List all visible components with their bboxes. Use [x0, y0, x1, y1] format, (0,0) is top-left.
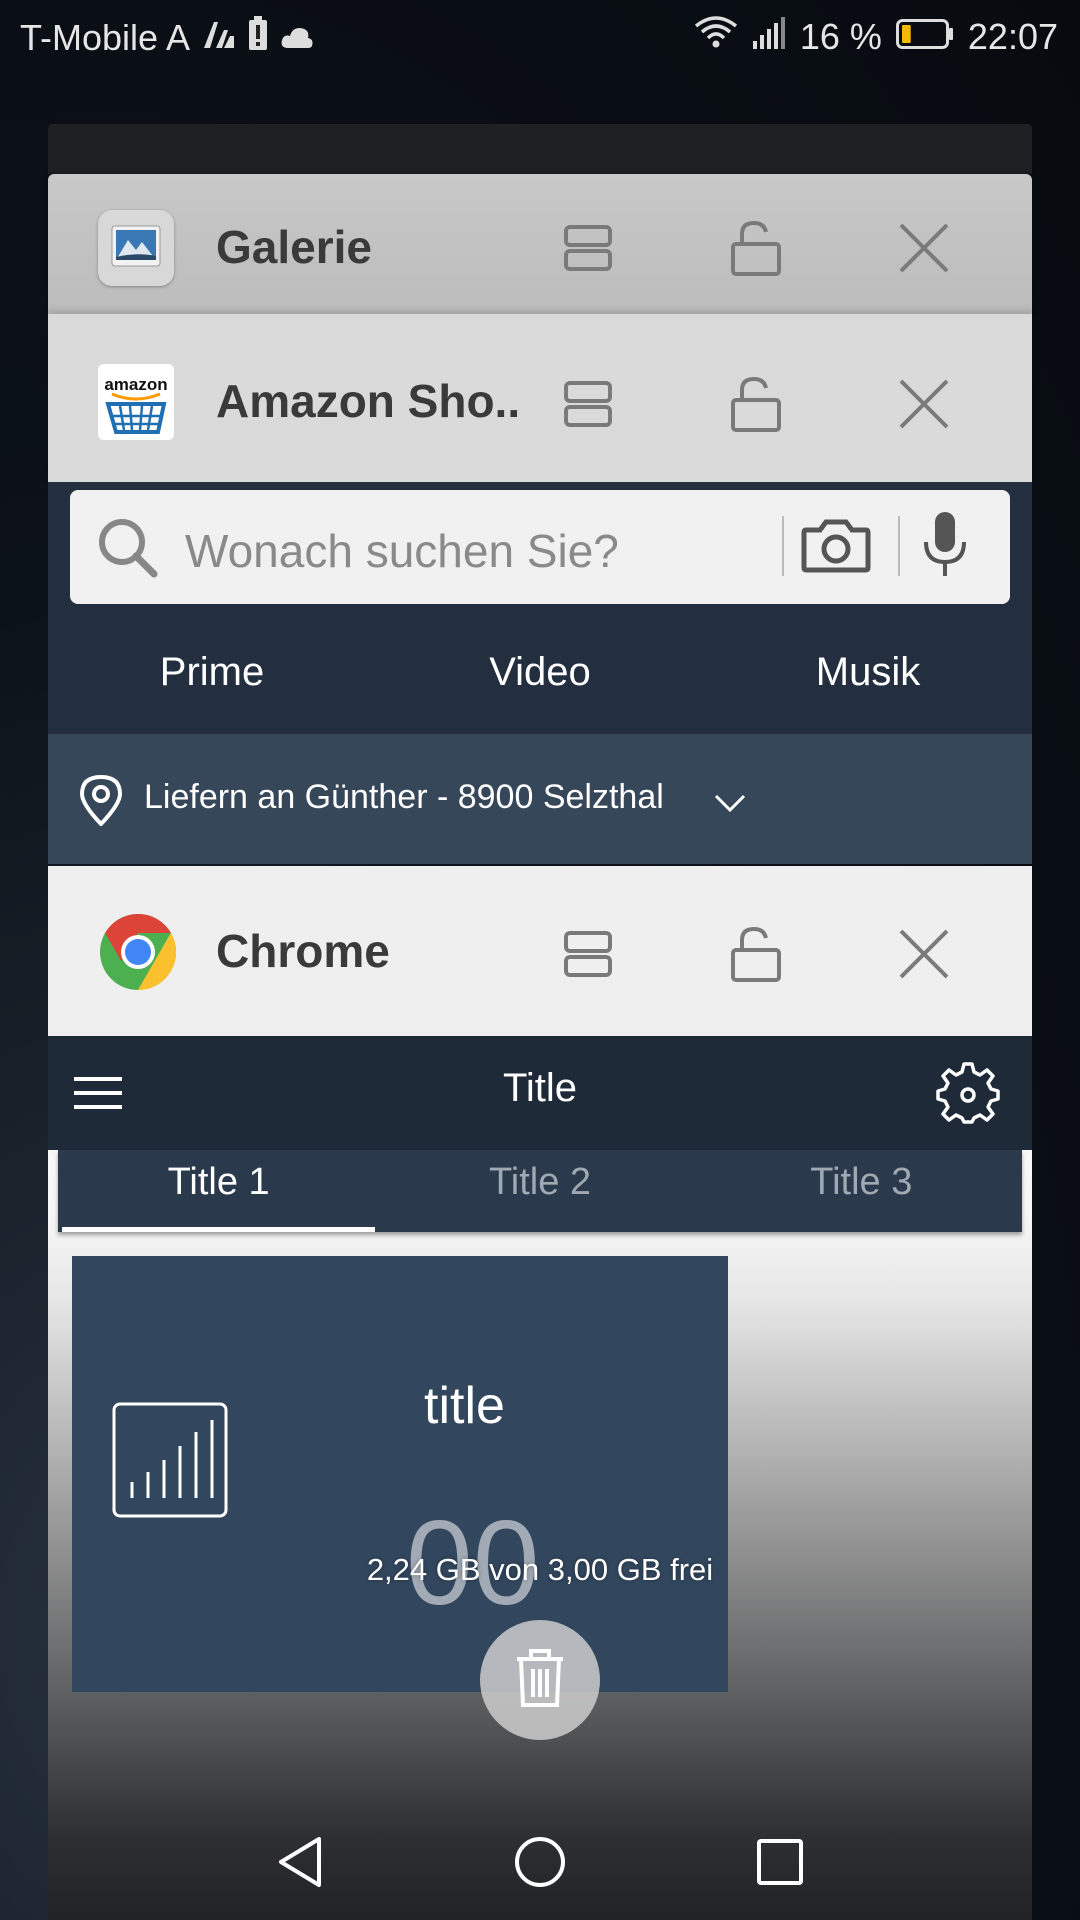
close-icon[interactable]	[884, 914, 964, 994]
nav-prime[interactable]: Prime	[48, 632, 376, 712]
tab-bar: Title 1 Title 2 Title 3	[58, 1150, 1022, 1232]
search-placeholder: Wonach suchen Sie?	[185, 525, 619, 577]
microphone-icon[interactable]	[920, 510, 970, 587]
battery-icon	[895, 16, 954, 58]
memory-info: 2,24 GB von 3,00 GB frei	[366, 1552, 714, 1587]
web-app-toolbar: Title	[48, 1036, 1032, 1150]
card-title: title	[424, 1377, 505, 1435]
carrier-name: T-Mobile A	[20, 16, 191, 58]
tab-title-2[interactable]: Title 2	[379, 1150, 700, 1232]
home-icon[interactable]	[508, 1830, 572, 1894]
close-icon[interactable]	[884, 208, 964, 288]
signal-chart-icon	[112, 1402, 228, 1523]
location-pin-icon	[78, 774, 124, 831]
gear-icon[interactable]	[936, 1060, 1000, 1129]
recent-card-amazon[interactable]: amazon Amazon Sho..	[48, 314, 1032, 482]
battery-percentage: 16 %	[799, 15, 882, 57]
trash-icon	[513, 1647, 567, 1714]
amazon-nav: Prime Video Musik	[48, 632, 1032, 712]
chrome-preview[interactable]: Title Title 1 Title 2 Title 3 title 00	[48, 1036, 1032, 1920]
background-card-edge	[48, 124, 1032, 174]
delivery-address: Liefern an Günther - 8900 Selzthal	[144, 778, 664, 816]
recent-card-galerie[interactable]: Galerie	[48, 174, 1032, 314]
tab-title-1[interactable]: Title 1	[58, 1150, 379, 1232]
network-indicator-icon	[202, 17, 236, 59]
unlock-icon[interactable]	[716, 208, 796, 288]
nav-musik[interactable]: Musik	[704, 632, 1032, 712]
divider	[782, 516, 784, 576]
delivery-location-bar[interactable]: Liefern an Günther - 8900 Selzthal	[48, 734, 1032, 864]
gallery-icon	[98, 210, 174, 286]
split-screen-icon[interactable]	[548, 364, 628, 444]
system-navigation-bar	[0, 1800, 1080, 1920]
app-title: Galerie	[216, 221, 372, 273]
app-title: Amazon Sho..	[216, 375, 521, 427]
stat-card[interactable]: title 00	[72, 1256, 728, 1692]
close-icon[interactable]	[884, 364, 964, 444]
clear-all-button[interactable]	[480, 1620, 600, 1740]
toolbar-title: Title	[502, 1066, 578, 1110]
split-screen-icon[interactable]	[548, 208, 628, 288]
app-title: Chrome	[216, 925, 390, 977]
camera-icon[interactable]	[800, 514, 872, 581]
amazon-icon: amazon	[98, 364, 174, 440]
unlock-icon[interactable]	[716, 364, 796, 444]
svg-text:amazon: amazon	[104, 375, 167, 394]
recent-apps-icon[interactable]	[748, 1830, 812, 1894]
status-bar: T-Mobile A 16 % 22:07	[0, 0, 1080, 74]
chevron-down-icon	[714, 794, 746, 817]
chrome-icon	[98, 912, 176, 990]
wifi-icon	[694, 14, 738, 59]
divider	[898, 516, 900, 576]
cloud-icon	[280, 17, 314, 59]
cellular-signal-icon	[752, 16, 786, 58]
back-icon[interactable]	[268, 1830, 332, 1894]
battery-alert-icon	[248, 16, 268, 59]
amazon-search-box[interactable]: Wonach suchen Sie?	[70, 490, 1010, 604]
nav-video[interactable]: Video	[376, 632, 704, 712]
clock: 22:07	[967, 15, 1058, 57]
unlock-icon[interactable]	[716, 914, 796, 994]
tab-title-3[interactable]: Title 3	[701, 1150, 1022, 1232]
amazon-preview[interactable]: Wonach suchen Sie? Prime Video Musik Lie…	[48, 482, 1032, 864]
split-screen-icon[interactable]	[548, 914, 628, 994]
recent-card-chrome[interactable]: Chrome	[48, 866, 1032, 1036]
search-icon	[96, 516, 160, 585]
